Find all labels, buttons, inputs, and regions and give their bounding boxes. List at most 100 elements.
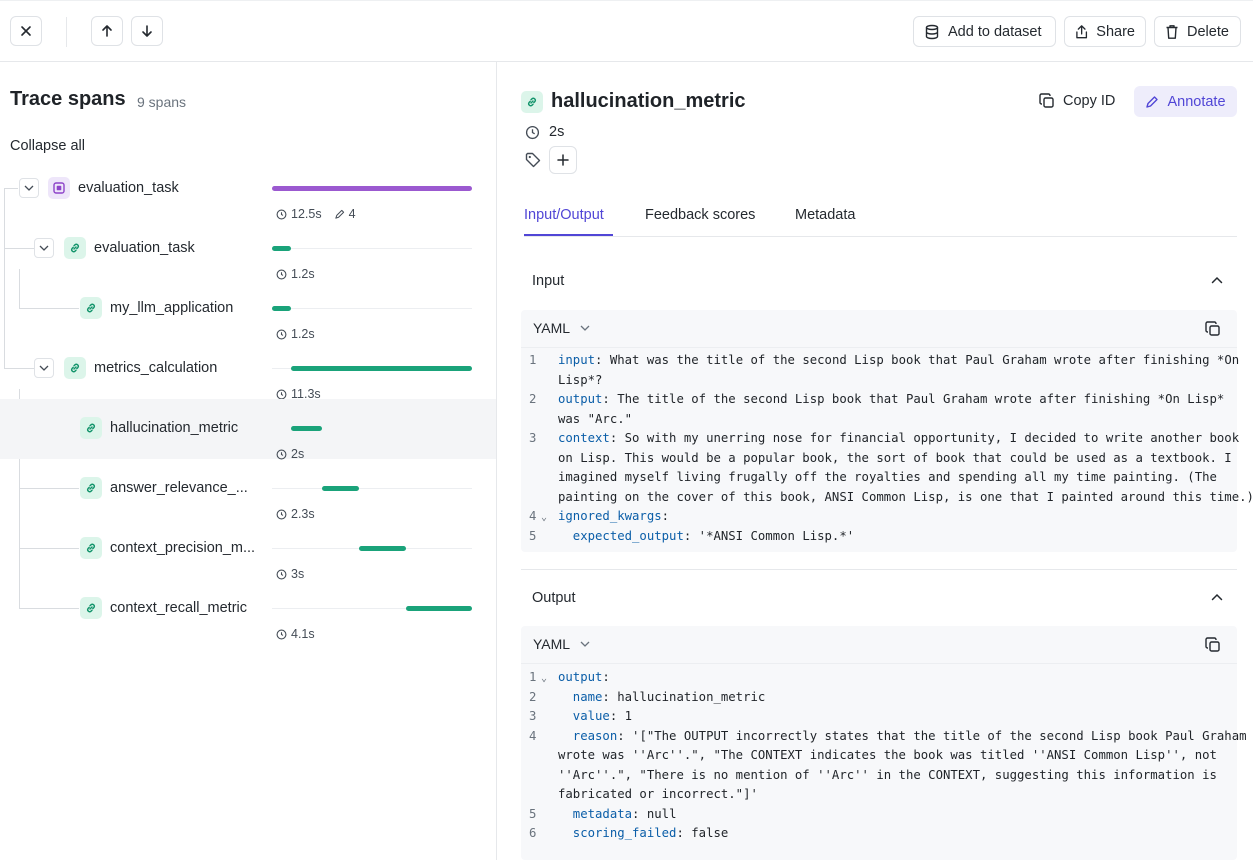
timeline-track xyxy=(272,488,472,489)
timeline-track xyxy=(272,248,472,249)
add-tag-button[interactable] xyxy=(549,146,577,174)
clock-icon xyxy=(276,629,287,639)
span-row[interactable]: evaluation_task 12.5s 4 xyxy=(0,159,496,221)
span-row[interactable]: answer_relevance_... 2.3s xyxy=(0,459,496,521)
close-button[interactable] xyxy=(10,16,42,46)
copy-icon[interactable] xyxy=(1205,637,1221,653)
tag-icon xyxy=(525,152,541,168)
span-name: answer_relevance_... xyxy=(110,480,248,496)
span-row-selected[interactable]: hallucination_metric 2s xyxy=(0,399,496,461)
span-duration-bar xyxy=(272,246,291,251)
collapse-all-button[interactable]: Collapse all xyxy=(10,138,85,154)
span-row[interactable]: metrics_calculation 11.3s xyxy=(0,339,496,401)
chevron-up-icon[interactable] xyxy=(1211,276,1223,284)
span-row[interactable]: my_llm_application 1.2s xyxy=(0,279,496,341)
chevron-down-icon xyxy=(24,185,34,191)
timeline-track xyxy=(272,308,472,309)
output-section-title[interactable]: Output xyxy=(532,590,576,606)
code-line: ''Arc''.", "There is no mention of ''Arc… xyxy=(558,768,1217,782)
arrow-up-icon xyxy=(102,25,112,37)
copy-id-button[interactable]: Copy ID xyxy=(1039,93,1115,109)
format-select[interactable]: YAML xyxy=(533,320,590,336)
span-duration-bar xyxy=(272,186,472,191)
link-icon xyxy=(71,363,79,373)
span-type-icon xyxy=(80,597,102,619)
fold-toggle[interactable]: ⌄ xyxy=(541,512,547,523)
code-header: YAML xyxy=(521,310,1237,348)
span-name: metrics_calculation xyxy=(94,360,218,376)
trace-spans-panel: Trace spans 9 spans Collapse all evaluat… xyxy=(0,62,497,860)
code-line: 4 ⌄ ignored_kwargs: xyxy=(529,509,670,523)
span-type-icon xyxy=(64,237,86,259)
span-row[interactable]: context_precision_m... 3s xyxy=(0,519,496,581)
link-icon xyxy=(87,303,95,313)
tab-input-output[interactable]: Input/Output xyxy=(524,207,604,223)
tab-feedback-scores[interactable]: Feedback scores xyxy=(645,207,755,223)
code-line: 5 metadata: null xyxy=(529,807,677,821)
fold-toggle[interactable]: ⌄ xyxy=(541,673,547,684)
clock-icon xyxy=(276,569,287,579)
clock-icon xyxy=(276,389,287,399)
code-line: 2 name: hallucination_metric xyxy=(529,690,766,704)
link-icon xyxy=(528,97,536,107)
annotate-label: Annotate xyxy=(1167,93,1226,110)
span-detail-panel: hallucination_metric Copy ID Annotate 2s… xyxy=(497,62,1253,860)
collapse-toggle[interactable] xyxy=(19,178,39,198)
tab-divider xyxy=(524,236,1237,237)
delete-label: Delete xyxy=(1187,23,1229,40)
span-name: context_precision_m... xyxy=(110,540,256,556)
code-line: 1 input: What was the title of the second… xyxy=(529,353,1240,367)
arrow-down-icon xyxy=(142,25,152,37)
format-select[interactable]: YAML xyxy=(533,636,590,652)
code-line: 1 ⌄ output: xyxy=(529,670,610,684)
span-type-icon xyxy=(48,177,70,199)
tab-metadata[interactable]: Metadata xyxy=(795,207,855,223)
pencil-icon xyxy=(334,209,344,219)
collapse-toggle[interactable] xyxy=(34,238,54,258)
collapse-toggle[interactable] xyxy=(34,358,54,378)
toolbar-divider xyxy=(66,17,67,47)
annotate-button[interactable]: Annotate xyxy=(1134,86,1237,117)
span-duration-bar xyxy=(406,606,472,611)
input-section-title[interactable]: Input xyxy=(532,273,564,289)
code-line: 5 expected_output: '*ANSI Common Lisp.*' xyxy=(529,529,855,543)
span-type-icon xyxy=(521,91,543,113)
span-row[interactable]: evaluation_task 1.2s xyxy=(0,219,496,281)
clock-icon xyxy=(276,449,287,459)
span-duration-bar xyxy=(291,426,322,431)
add-to-dataset-button[interactable]: Add to dataset xyxy=(913,16,1056,47)
share-label: Share xyxy=(1096,23,1135,40)
share-button[interactable]: Share xyxy=(1064,16,1146,47)
clock-icon xyxy=(276,209,287,219)
code-line: 3 value: 1 xyxy=(529,709,633,723)
format-label: YAML xyxy=(533,320,571,336)
copy-icon[interactable] xyxy=(1205,321,1221,337)
span-row[interactable]: context_recall_metric 4.1s xyxy=(0,579,496,641)
chevron-down-icon xyxy=(39,365,49,371)
clock-icon xyxy=(276,509,287,519)
trash-icon xyxy=(1166,24,1178,39)
span-duration: 4.1s xyxy=(276,627,315,641)
code-line: 3 context: So with my unerring nose for f… xyxy=(529,431,1240,445)
copy-id-label: Copy ID xyxy=(1063,93,1116,109)
span-count: 9 spans xyxy=(137,94,187,110)
span-name: my_llm_application xyxy=(110,300,234,316)
chevron-down-icon xyxy=(580,325,590,331)
code-line: Lisp*? xyxy=(558,373,603,387)
input-code-block: YAML 1 input: What was the title of the s… xyxy=(521,310,1253,552)
code-header: YAML xyxy=(521,626,1237,664)
chevron-down-icon xyxy=(580,641,590,647)
chevron-up-icon[interactable] xyxy=(1211,593,1223,601)
span-name: hallucination_metric xyxy=(110,420,239,436)
next-span-button[interactable] xyxy=(131,16,163,46)
link-icon xyxy=(87,603,95,613)
pencil-icon xyxy=(1146,95,1159,108)
trace-spans-title: Trace spans xyxy=(10,88,126,110)
clock-icon xyxy=(276,269,287,279)
previous-span-button[interactable] xyxy=(91,16,123,46)
duration-value: 2s xyxy=(549,124,565,140)
code-line: wrote was ''Arc''.", "The CONTEXT indica… xyxy=(558,748,1217,762)
delete-button[interactable]: Delete xyxy=(1154,16,1241,47)
output-code-block: YAML 1 ⌄ output: 2 name: hallucination_met… xyxy=(521,626,1247,860)
link-icon xyxy=(87,543,95,553)
